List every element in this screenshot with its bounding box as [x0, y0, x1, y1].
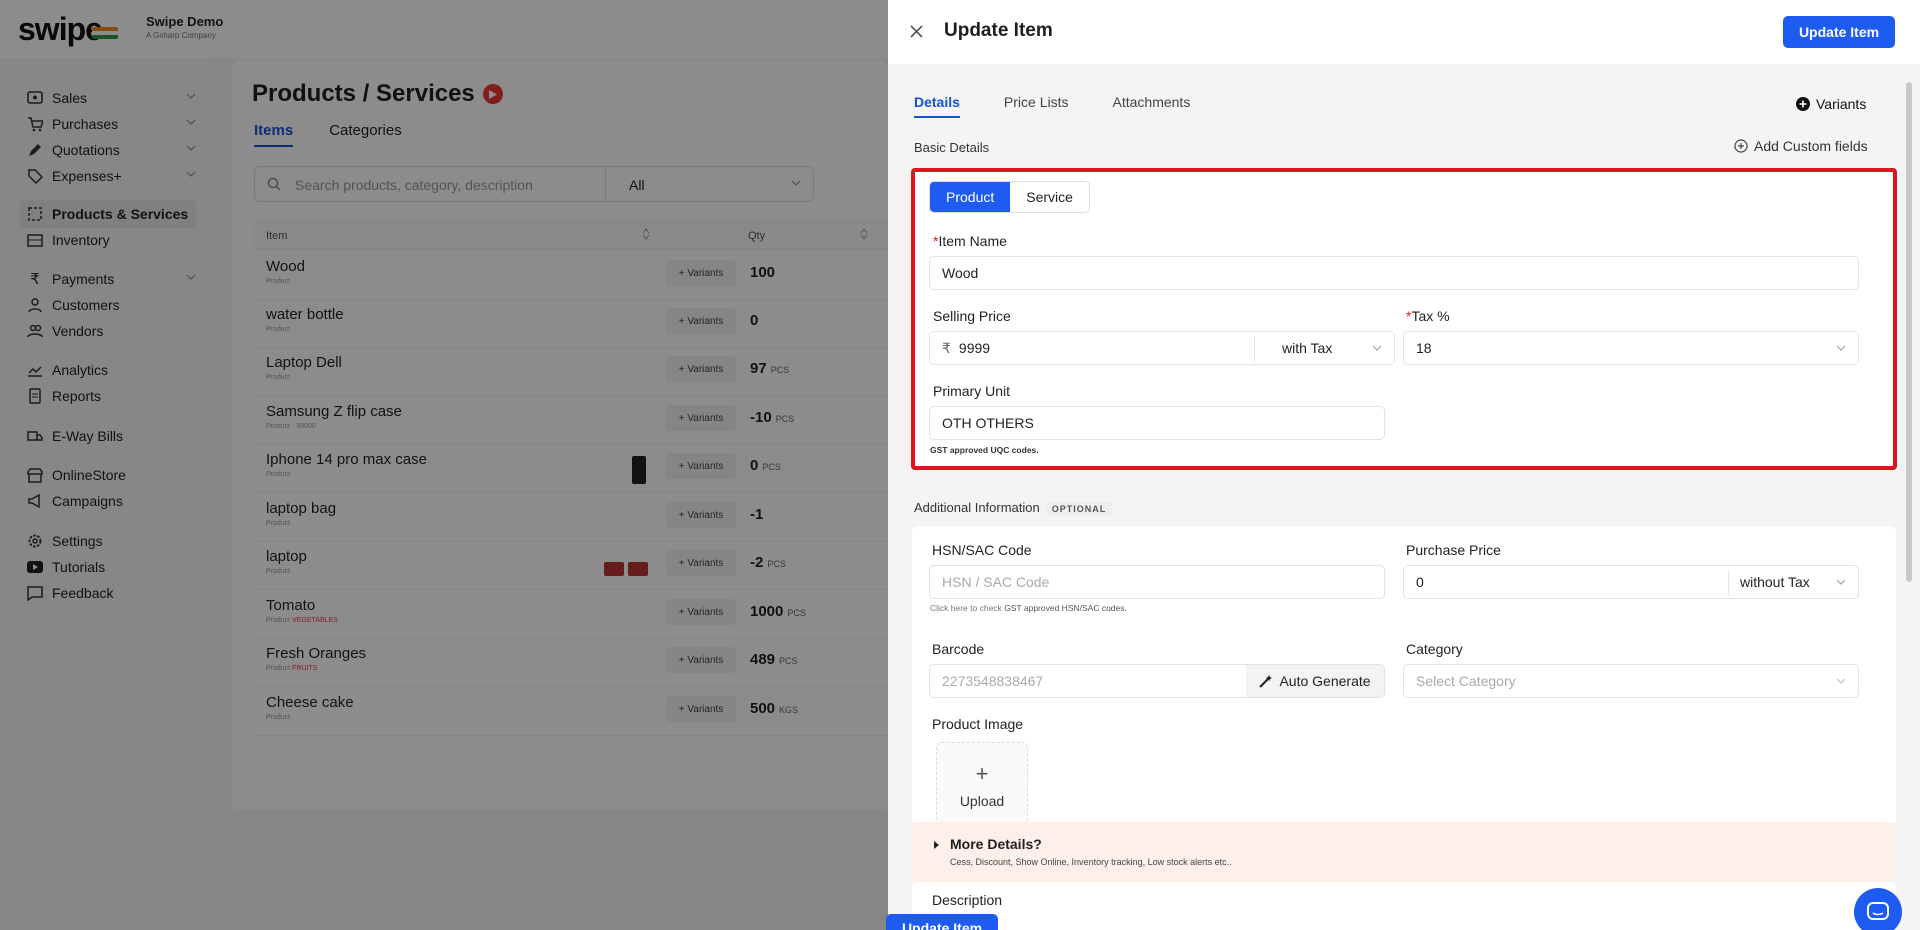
- update-item-drawer: Update Item Update Item Details Price Li…: [886, 0, 1920, 930]
- auto-generate-label: Auto Generate: [1279, 673, 1371, 689]
- variants-label: Variants: [1816, 96, 1867, 112]
- additional-info-heading: Additional Information OPTIONAL: [914, 500, 1113, 516]
- drawer-header: Update Item Update Item: [888, 0, 1920, 64]
- purchase-price-label: Purchase Price: [1406, 542, 1501, 558]
- caret-right-icon: [934, 841, 939, 849]
- purchase-tax-mode-select[interactable]: without Tax: [1740, 574, 1810, 590]
- tax-select[interactable]: 18: [1403, 331, 1859, 365]
- add-custom-fields-link[interactable]: Add Custom fields: [1734, 138, 1868, 154]
- divider: [1728, 570, 1729, 596]
- hsn-label: HSN/SAC Code: [932, 542, 1032, 558]
- chevron-down-icon: [1836, 678, 1846, 684]
- scrollbar[interactable]: [1904, 70, 1914, 920]
- tax-value: 18: [1416, 340, 1432, 356]
- plus-circle-icon: [1796, 97, 1810, 111]
- selling-price-input[interactable]: ₹ 9999 with Tax: [929, 331, 1395, 365]
- update-item-bottom-button[interactable]: Update Item: [886, 914, 998, 930]
- modal-backdrop[interactable]: [0, 0, 888, 930]
- primary-unit-select[interactable]: OTH OTHERS: [929, 406, 1385, 440]
- upload-label: Upload: [959, 793, 1005, 809]
- hsn-input[interactable]: HSN / SAC Code: [929, 565, 1385, 599]
- category-select[interactable]: Select Category: [1403, 664, 1859, 698]
- uqc-codes-link[interactable]: GST approved UQC codes.: [930, 445, 1039, 455]
- auto-generate-button[interactable]: Auto Generate: [1246, 665, 1384, 697]
- plus-icon: +: [975, 761, 989, 786]
- variants-button[interactable]: Variants: [1796, 96, 1866, 112]
- product-option[interactable]: Product: [930, 182, 1011, 212]
- drawer-tabs: Details Price Lists Attachments: [914, 94, 1190, 118]
- item-name-label: *Item Name: [933, 233, 1007, 249]
- chevron-down-icon: [1836, 345, 1846, 351]
- description-card: [912, 882, 1896, 930]
- barcode-input[interactable]: 2273548838467 Auto Generate: [929, 664, 1385, 698]
- optional-badge: OPTIONAL: [1045, 502, 1113, 516]
- plus-circle-icon: [1734, 139, 1748, 153]
- tab-attachments[interactable]: Attachments: [1113, 94, 1191, 118]
- tab-price-lists[interactable]: Price Lists: [1004, 94, 1069, 118]
- more-details-subtitle: Cess, Discount, Show Online, Inventory t…: [950, 857, 1232, 867]
- upload-image-button[interactable]: + Upload: [936, 742, 1028, 828]
- description-label: Description: [932, 892, 1003, 908]
- chevron-down-icon: [1372, 345, 1382, 351]
- item-type-toggle: Product Service: [929, 181, 1090, 213]
- selling-price-label: Selling Price: [933, 308, 1011, 324]
- chat-widget-button[interactable]: [1854, 888, 1902, 930]
- magic-wand-icon: [1259, 675, 1273, 688]
- barcode-label: Barcode: [932, 641, 985, 657]
- close-icon[interactable]: [910, 25, 923, 38]
- hsn-note: Click here to check GST approved HSN/SAC…: [930, 603, 1127, 613]
- more-details-title: More Details?: [950, 836, 1042, 852]
- more-details-toggle[interactable]: More Details? Cess, Discount, Show Onlin…: [912, 822, 1896, 882]
- chat-icon: [1867, 902, 1889, 920]
- selling-price-value: 9999: [958, 340, 991, 356]
- hsn-codes-link[interactable]: GST approved HSN/SAC codes.: [1004, 603, 1127, 613]
- product-image-label: Product Image: [932, 716, 1024, 732]
- tab-details[interactable]: Details: [914, 94, 960, 118]
- add-custom-fields-label: Add Custom fields: [1754, 138, 1868, 154]
- update-item-button[interactable]: Update Item: [1783, 16, 1895, 48]
- purchase-price-input[interactable]: 0 without Tax: [1403, 565, 1859, 599]
- tax-mode-select[interactable]: with Tax: [1282, 340, 1332, 356]
- category-placeholder: Select Category: [1416, 673, 1516, 689]
- divider: [1254, 336, 1255, 362]
- tax-label: *Tax %: [1406, 308, 1450, 324]
- purchase-price-value: 0: [1416, 574, 1424, 590]
- primary-unit-label: Primary Unit: [933, 383, 1011, 399]
- drawer-title: Update Item: [944, 20, 1053, 41]
- scrollbar-thumb[interactable]: [1906, 82, 1912, 582]
- barcode-placeholder: 2273548838467: [942, 673, 1044, 689]
- rupee-icon: ₹: [942, 339, 951, 356]
- basic-details-heading: Basic Details: [914, 140, 990, 155]
- service-option[interactable]: Service: [1010, 182, 1089, 212]
- category-label: Category: [1406, 641, 1463, 657]
- chevron-down-icon: [1836, 579, 1846, 585]
- item-name-input[interactable]: Wood: [929, 256, 1859, 290]
